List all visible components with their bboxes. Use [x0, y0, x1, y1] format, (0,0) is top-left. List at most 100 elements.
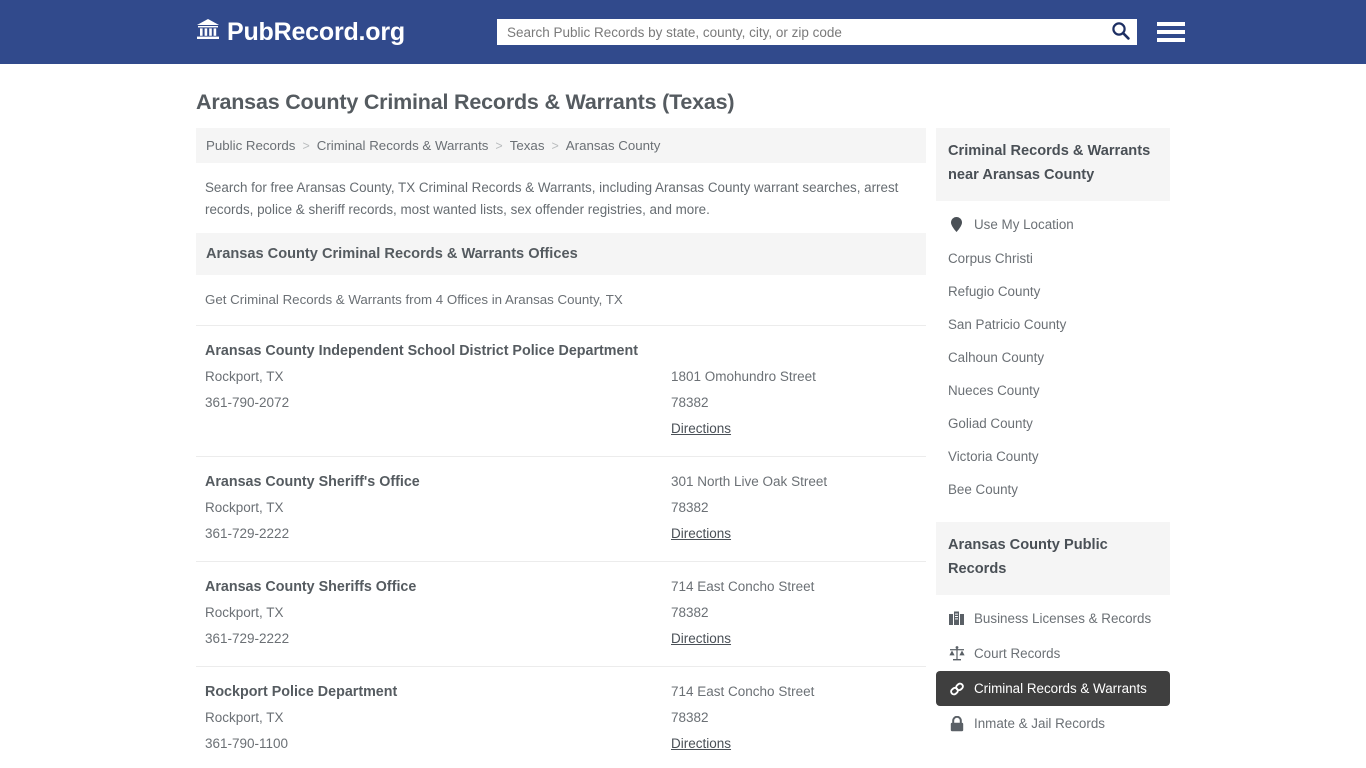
page-description: Search for free Aransas County, TX Crimi…: [205, 180, 899, 217]
sidebar-item-refugio-county[interactable]: Refugio County: [936, 275, 1170, 308]
office-row: Aransas County Sheriff's Office Rockport…: [196, 456, 926, 561]
search-bar: [497, 19, 1137, 45]
sidebar-item-label: Refugio County: [948, 284, 1041, 299]
page-title: Aransas County Criminal Records & Warran…: [196, 90, 735, 114]
sidebar-item-inmate-jail-records[interactable]: Inmate & Jail Records: [936, 706, 1170, 741]
office-phone: 361-729-2222: [205, 631, 290, 646]
padlock-icon: [948, 715, 965, 732]
breadcrumb-separator: >: [495, 138, 503, 153]
sidebar-item-bee-county[interactable]: Bee County: [936, 473, 1170, 506]
office-details: Aransas County Sheriffs Office Rockport,…: [205, 574, 671, 652]
directions-link[interactable]: Directions: [671, 416, 731, 442]
sidebar-item-victoria-county[interactable]: Victoria County: [936, 440, 1170, 473]
sidebar-public-records-list: Business Licenses & Records Court Record…: [936, 595, 1170, 741]
site-header: PubRecord.org: [0, 0, 1366, 64]
office-name: Aransas County Independent School Distri…: [205, 343, 638, 359]
address-offset-spacer: [671, 338, 917, 364]
sidebar-item-label: Bee County: [948, 482, 1018, 497]
sidebar-item-business-licenses[interactable]: Business Licenses & Records: [936, 601, 1170, 636]
office-zip: 78382: [671, 500, 709, 515]
office-zip: 78382: [671, 395, 709, 410]
office-address: 714 East Concho Street 78382 Directions: [671, 574, 917, 652]
office-address: 301 North Live Oak Street 78382 Directio…: [671, 469, 917, 547]
directions-link[interactable]: Directions: [671, 521, 731, 547]
sidebar-nearby-heading: Criminal Records & Warrants near Aransas…: [936, 128, 1170, 201]
scales-of-justice-icon: [948, 645, 965, 662]
hamburger-menu-icon[interactable]: [1157, 17, 1185, 47]
breadcrumb-separator: >: [302, 138, 310, 153]
sidebar-item-label: Corpus Christi: [948, 251, 1033, 266]
breadcrumb-item-public-records[interactable]: Public Records: [206, 138, 295, 153]
office-zip: 78382: [671, 605, 709, 620]
search-input[interactable]: [497, 19, 1103, 45]
breadcrumb-item-aransas-county[interactable]: Aransas County: [566, 138, 661, 153]
sidebar-item-label: Nueces County: [948, 383, 1040, 398]
site-logo-text: PubRecord.org: [227, 17, 405, 46]
sidebar-item-label: Goliad County: [948, 416, 1033, 431]
office-row: Aransas County Sheriffs Office Rockport,…: [196, 561, 926, 666]
sidebar-item-label: Victoria County: [948, 449, 1039, 464]
breadcrumb-item-criminal-records[interactable]: Criminal Records & Warrants: [317, 138, 489, 153]
office-row: Rockport Police Department Rockport, TX …: [196, 666, 926, 768]
sidebar-item-nueces-county[interactable]: Nueces County: [936, 374, 1170, 407]
sidebar-item-label: Use My Location: [974, 217, 1074, 232]
sidebar-item-label: Inmate & Jail Records: [974, 716, 1105, 731]
office-city-state: Rockport, TX: [205, 500, 284, 515]
sidebar-item-calhoun-county[interactable]: Calhoun County: [936, 341, 1170, 374]
office-details: Aransas County Sheriff's Office Rockport…: [205, 469, 671, 547]
sidebar-item-corpus-christi[interactable]: Corpus Christi: [936, 242, 1170, 275]
sidebar-public-records-heading: Aransas County Public Records: [936, 522, 1170, 595]
main-column: Public Records > Criminal Records & Warr…: [196, 128, 926, 768]
sidebar-item-label: Court Records: [974, 646, 1061, 661]
office-name: Aransas County Sheriffs Office: [205, 579, 417, 595]
office-city-state: Rockport, TX: [205, 605, 284, 620]
offices-section-heading: Aransas County Criminal Records & Warran…: [196, 233, 926, 275]
map-pin-icon: [948, 216, 965, 233]
sidebar: Criminal Records & Warrants near Aransas…: [936, 128, 1170, 768]
menu-bar-1: [1157, 22, 1185, 26]
office-street: 301 North Live Oak Street: [671, 474, 828, 489]
building-icon: [948, 610, 965, 627]
office-details: Aransas County Independent School Distri…: [205, 338, 671, 442]
sidebar-item-label: San Patricio County: [948, 317, 1067, 332]
office-phone: 361-790-1100: [205, 736, 289, 751]
office-name: Aransas County Sheriff's Office: [205, 474, 420, 490]
sidebar-item-court-records[interactable]: Court Records: [936, 636, 1170, 671]
breadcrumb-separator: >: [551, 138, 559, 153]
office-name: Rockport Police Department: [205, 684, 398, 700]
breadcrumb: Public Records > Criminal Records & Warr…: [196, 128, 926, 163]
office-address: 714 East Concho Street 78382 Directions: [671, 679, 917, 757]
sidebar-item-label: Criminal Records & Warrants: [974, 681, 1147, 696]
office-street: 1801 Omohundro Street: [671, 369, 816, 384]
menu-bar-3: [1157, 38, 1185, 42]
office-city-state: Rockport, TX: [205, 369, 284, 384]
sidebar-item-san-patricio-county[interactable]: San Patricio County: [936, 308, 1170, 341]
sidebar-item-goliad-county[interactable]: Goliad County: [936, 407, 1170, 440]
sidebar-item-label: Calhoun County: [948, 350, 1045, 365]
menu-bar-2: [1157, 30, 1185, 34]
directions-link[interactable]: Directions: [671, 731, 731, 757]
office-street: 714 East Concho Street: [671, 579, 815, 594]
office-street: 714 East Concho Street: [671, 684, 815, 699]
directions-link[interactable]: Directions: [671, 626, 731, 652]
office-city-state: Rockport, TX: [205, 710, 284, 725]
sidebar-item-criminal-records-warrants[interactable]: Criminal Records & Warrants: [936, 671, 1170, 706]
search-button[interactable]: [1103, 19, 1137, 45]
site-logo[interactable]: PubRecord.org: [196, 18, 405, 47]
sidebar-nearby-list: Use My Location Corpus Christi Refugio C…: [936, 201, 1170, 506]
breadcrumb-item-texas[interactable]: Texas: [510, 138, 545, 153]
chain-link-icon: [948, 680, 965, 697]
bank-building-icon: [196, 18, 220, 47]
office-address: 1801 Omohundro Street 78382 Directions: [671, 338, 917, 442]
office-zip: 78382: [671, 710, 709, 725]
search-icon: [1111, 21, 1130, 43]
office-row: Aransas County Independent School Distri…: [196, 325, 926, 456]
sidebar-item-label: Business Licenses & Records: [974, 611, 1152, 626]
page-container: Aransas County Criminal Records & Warran…: [0, 90, 1366, 768]
sidebar-item-use-my-location[interactable]: Use My Location: [936, 207, 1170, 242]
office-phone: 361-729-2222: [205, 526, 290, 541]
offices-section-note: Get Criminal Records & Warrants from 4 O…: [205, 292, 623, 307]
office-details: Rockport Police Department Rockport, TX …: [205, 679, 671, 757]
office-phone: 361-790-2072: [205, 395, 290, 410]
content-layout: Public Records > Criminal Records & Warr…: [196, 128, 1170, 768]
